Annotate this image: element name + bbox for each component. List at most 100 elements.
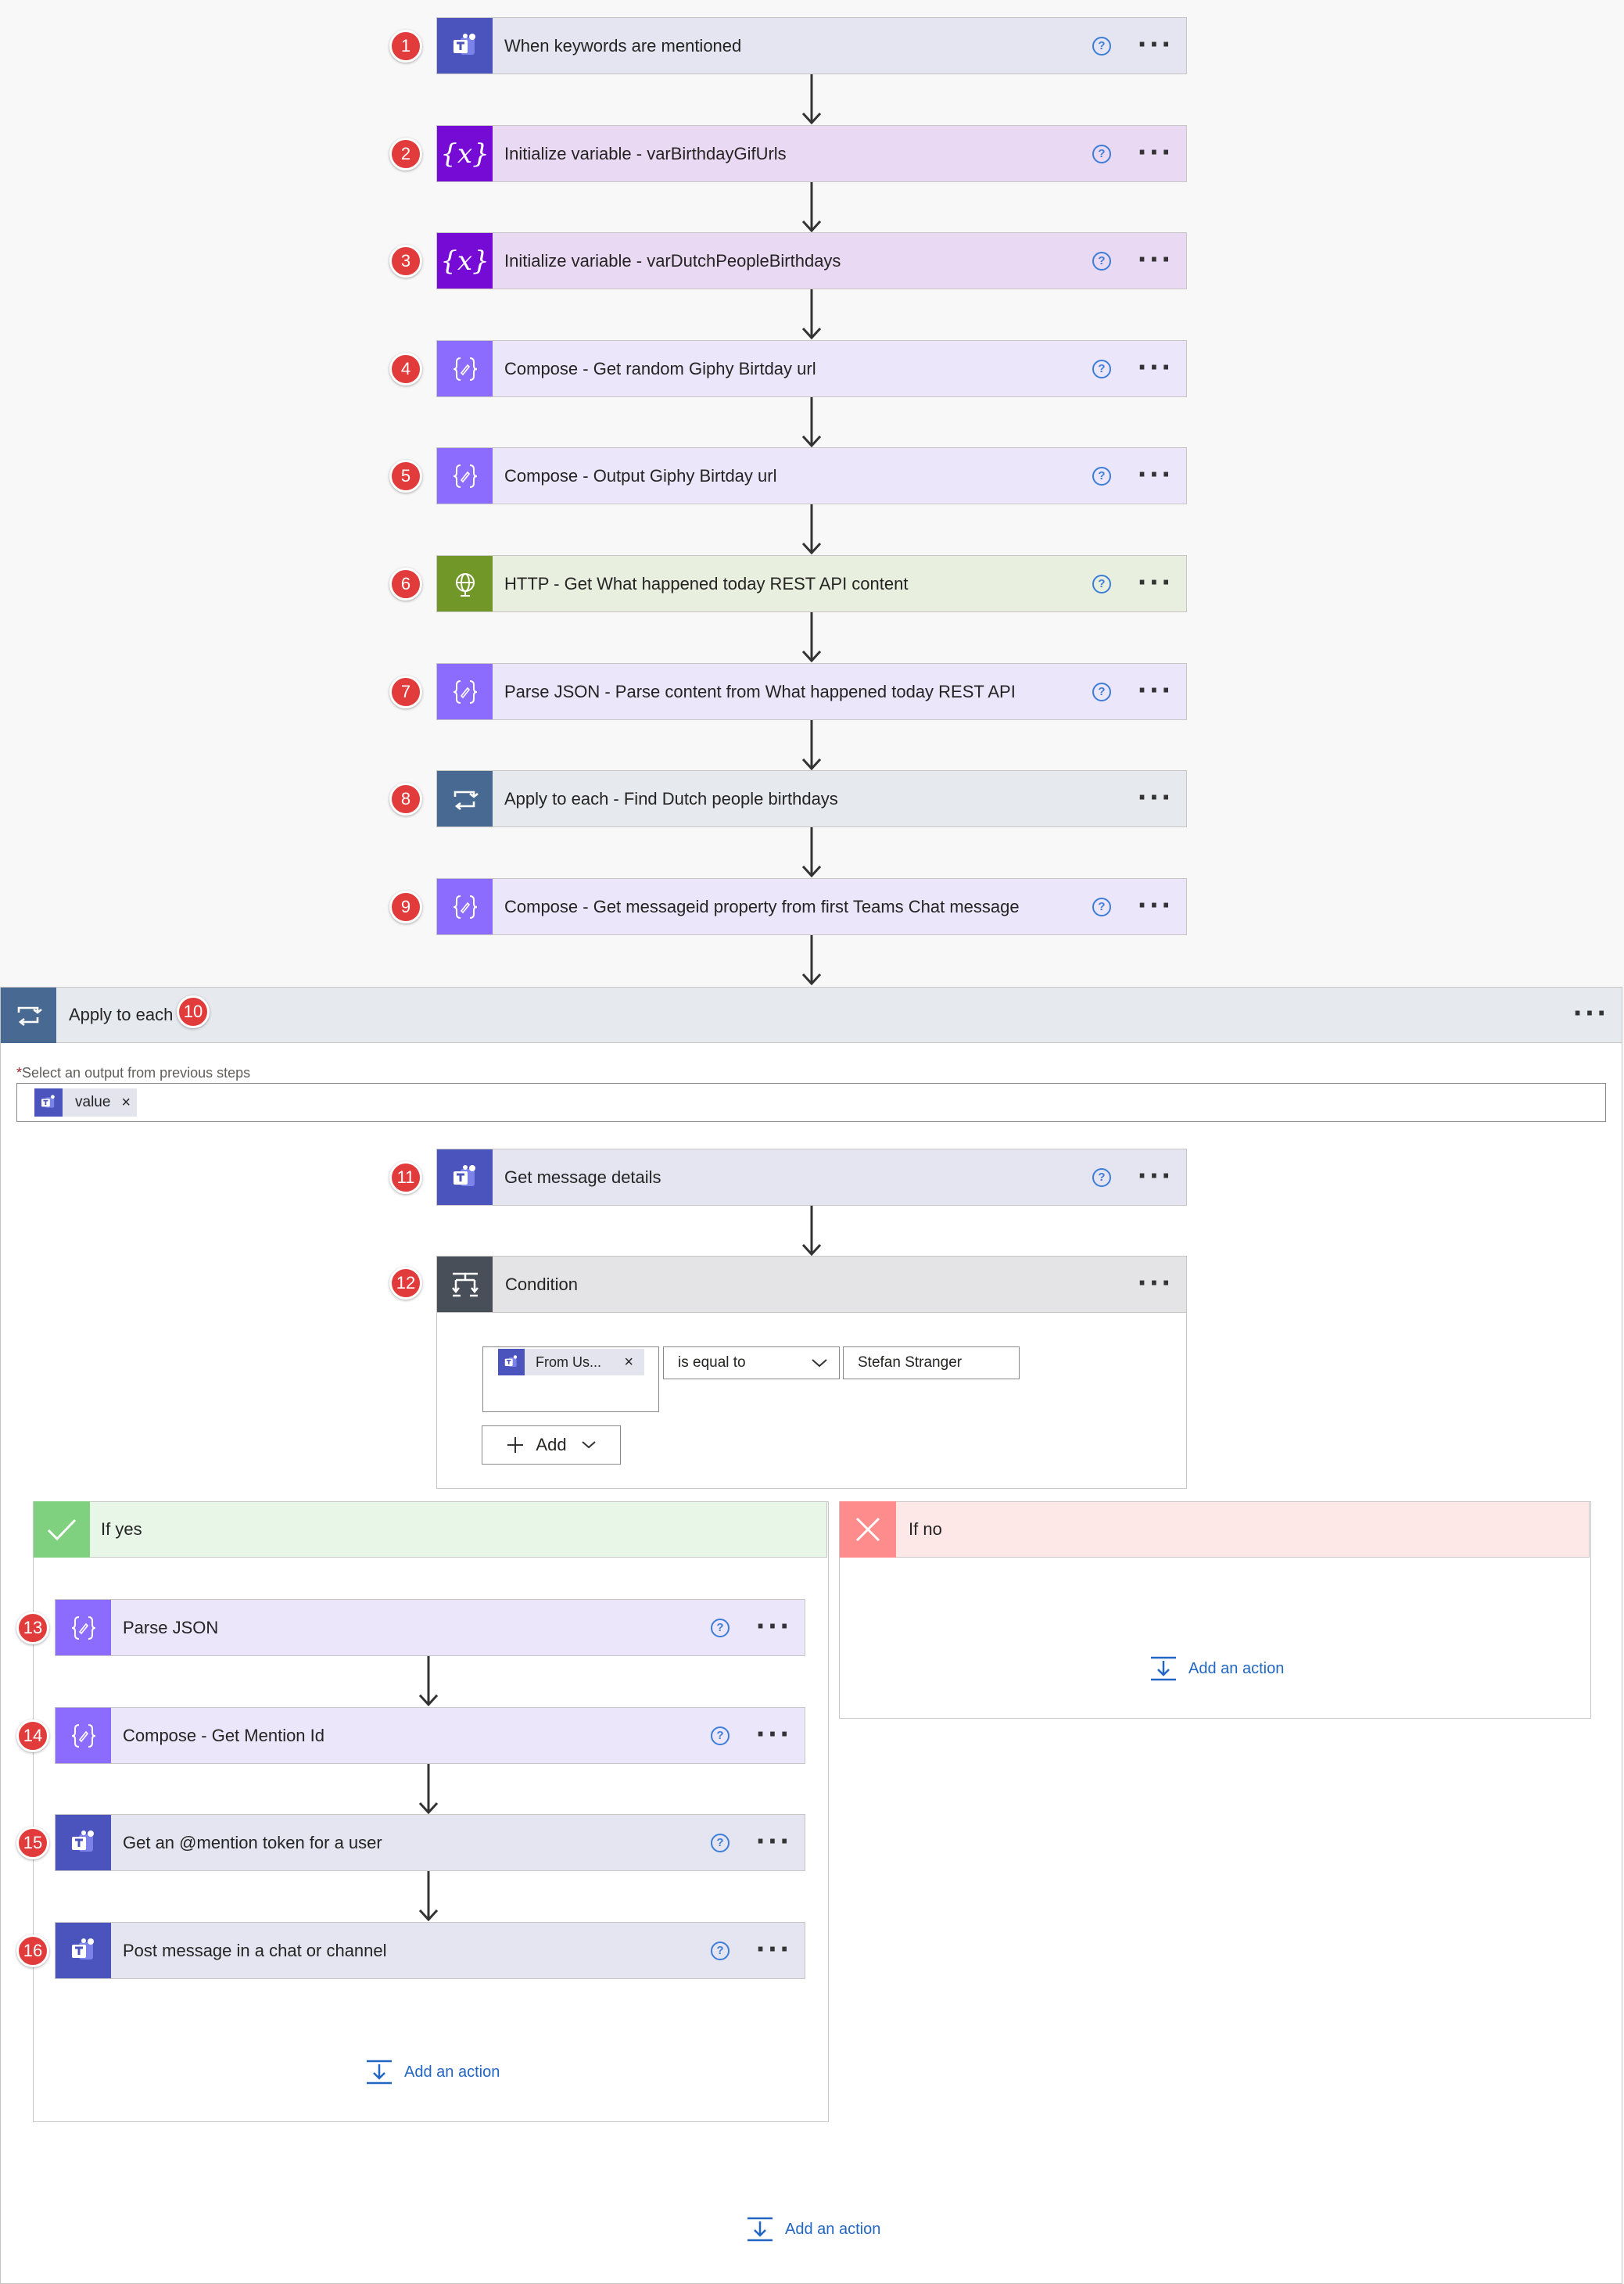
remove-token-icon[interactable]: × [121,1094,131,1112]
action-card[interactable]: Get an @mention token for a user? [55,1814,805,1871]
connector-arrow [801,289,822,339]
more-options-icon[interactable] [1138,41,1164,52]
connector-arrow [801,182,822,232]
teams-icon [34,1088,63,1117]
action-card[interactable]: {x} Initialize variable - varBirthdayGifU… [436,125,1187,182]
more-options-icon[interactable] [1138,579,1164,590]
globe-icon [437,556,493,611]
help-icon[interactable]: ? [1092,682,1111,701]
close-icon [840,1501,896,1558]
help-icon[interactable]: ? [1092,1167,1111,1187]
connector-arrow [801,74,822,124]
remove-token-icon[interactable]: × [624,1354,633,1371]
help-icon[interactable]: ? [1092,251,1111,271]
action-card[interactable]: Compose - Get Mention Id? [55,1707,805,1764]
action-card[interactable]: HTTP - Get What happened today REST API … [436,555,1187,612]
action-title: Get message details [504,1167,661,1187]
select-output-input[interactable] [16,1083,1606,1122]
help-icon[interactable]: ? [1092,359,1111,378]
help-icon[interactable]: ? [711,1941,730,1960]
add-condition-button[interactable]: Add [482,1425,621,1465]
compose-icon [437,879,493,934]
action-title: Compose - Get random Giphy Birtday url [504,358,816,378]
teams-icon [56,1815,111,1870]
more-options-icon[interactable] [756,1838,783,1848]
more-options-icon[interactable] [1138,687,1164,697]
action-card[interactable]: Parse JSON - Parse content from What hap… [436,663,1187,720]
help-icon[interactable]: ? [1092,466,1111,486]
if-no-header: If no [839,1501,1590,1558]
if-no-label: If no [909,1519,942,1539]
add-an-action-link[interactable]: Add an action [1149,1655,1284,1682]
connector-arrow [801,504,822,554]
more-options-icon[interactable] [1138,794,1164,805]
add-an-action-link[interactable]: Add an action [746,2216,880,2243]
condition-icon [437,1257,493,1312]
action-card[interactable]: When keywords are mentioned? [436,17,1187,74]
if-yes-label: If yes [101,1519,142,1539]
connector-arrow [801,397,822,447]
right-value: Stefan Stranger [858,1354,963,1371]
step-badge: 15 [16,1827,49,1859]
action-card[interactable]: Get message details? [436,1149,1187,1206]
more-options-icon[interactable] [1138,256,1164,267]
compose-icon [56,1600,111,1655]
connector-arrow [801,720,822,770]
apply-to-each-header[interactable]: Apply to each [0,987,1622,1043]
more-options-icon[interactable] [1138,1279,1164,1290]
check-icon [34,1501,90,1558]
help-icon[interactable]: ? [1092,144,1111,163]
action-card[interactable]: {x} Initialize variable - varDutchPeopleB… [436,232,1187,289]
step-badge: 3 [389,245,422,278]
dynamic-content-token[interactable]: value × [34,1088,138,1117]
action-title: Initialize variable - varDutchPeopleBirt… [504,250,841,271]
connector-arrow [801,1206,822,1256]
help-icon[interactable]: ? [1092,574,1111,593]
apply-to-each-title: Apply to each [69,1005,174,1024]
compose-icon [437,341,493,396]
help-icon[interactable]: ? [711,1833,730,1852]
step-badge: 5 [389,460,422,493]
action-title: Compose - Output Giphy Birtday url [504,465,777,486]
step-badge: 11 [389,1161,422,1194]
action-card[interactable]: Post message in a chat or channel? [55,1922,805,1979]
action-title: HTTP - Get What happened today REST API … [504,573,909,593]
loop-icon [1,987,56,1043]
add-label: Add [536,1435,567,1454]
more-options-icon[interactable] [1138,1172,1164,1183]
condition-right-operand[interactable]: Stefan Stranger [843,1346,1020,1379]
connector-arrow [801,935,822,985]
loop-icon [437,771,493,826]
action-card[interactable]: Compose - Get messageid property from fi… [436,878,1187,935]
operator-value: is equal to [678,1354,746,1371]
step-badge: 10 [177,995,210,1028]
action-card[interactable]: Compose - Output Giphy Birtday url? [436,447,1187,504]
condition-header[interactable]: Condition [436,1256,1187,1313]
more-options-icon[interactable] [1138,902,1164,913]
action-card[interactable]: Parse JSON? [55,1599,805,1656]
dynamic-content-token[interactable]: From Us... × [498,1349,644,1375]
condition-title: Condition [505,1274,578,1294]
operator-dropdown[interactable]: is equal to [663,1346,840,1379]
more-options-icon[interactable] [756,1945,783,1956]
add-action-icon [367,2060,392,2085]
connector-arrow [418,1871,439,1921]
variable-icon: {x} [437,233,493,289]
more-options-icon[interactable] [1573,1009,1600,1020]
help-icon[interactable]: ? [711,1726,730,1745]
compose-icon [437,448,493,504]
more-options-icon[interactable] [756,1622,783,1633]
action-card[interactable]: Apply to each - Find Dutch people birthd… [436,770,1187,827]
step-badge: 7 [389,676,422,708]
step-badge: 13 [16,1612,49,1644]
step-badge: 9 [389,891,422,923]
more-options-icon[interactable] [1138,364,1164,375]
more-options-icon[interactable] [756,1730,783,1741]
help-icon[interactable]: ? [1092,36,1111,56]
help-icon[interactable]: ? [711,1618,730,1637]
add-an-action-link[interactable]: Add an action [365,2059,500,2085]
action-card[interactable]: Compose - Get random Giphy Birtday url? [436,340,1187,397]
more-options-icon[interactable] [1138,149,1164,160]
more-options-icon[interactable] [1138,471,1164,482]
help-icon[interactable]: ? [1092,897,1111,916]
